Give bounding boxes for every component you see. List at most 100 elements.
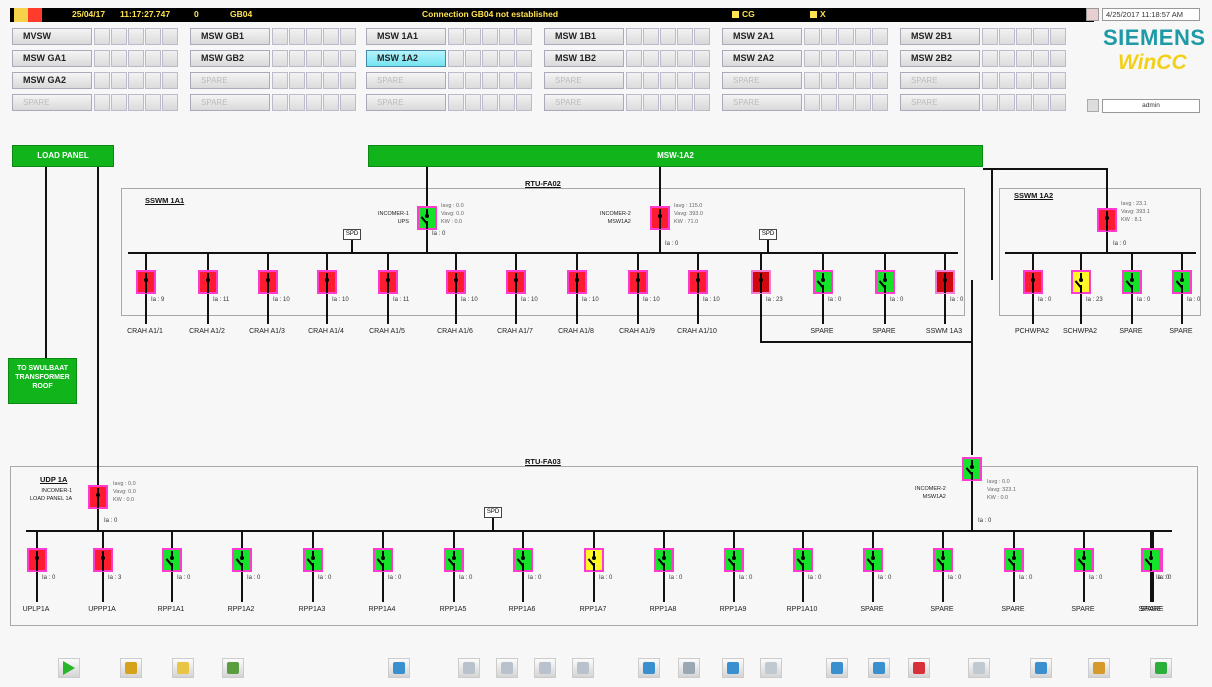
info-icon[interactable]: [872, 28, 888, 45]
feeder-breaker[interactable]: [1172, 270, 1192, 294]
feeder-breaker[interactable]: [513, 548, 533, 572]
toolbar-button[interactable]: [572, 658, 594, 678]
info-icon[interactable]: [872, 50, 888, 67]
spd-box[interactable]: SPD: [484, 507, 502, 518]
nav-button-spare[interactable]: SPARE: [366, 94, 446, 111]
toolbar-button[interactable]: [722, 658, 744, 678]
nav-button-spare[interactable]: SPARE: [190, 72, 270, 89]
nav-button-msw-1b2[interactable]: MSW 1B2: [544, 50, 624, 67]
spd-box[interactable]: SPD: [343, 229, 361, 240]
toolbar-button[interactable]: [826, 658, 848, 678]
feeder-breaker[interactable]: [933, 548, 953, 572]
info-icon[interactable]: [872, 72, 888, 89]
feeder-breaker[interactable]: [378, 270, 398, 294]
info-icon[interactable]: [1050, 28, 1066, 45]
nav-button-msw-gb1[interactable]: MSW GB1: [190, 28, 270, 45]
feeder-breaker[interactable]: [628, 270, 648, 294]
feeder-breaker[interactable]: [793, 548, 813, 572]
toolbar-button[interactable]: [1088, 658, 1110, 678]
toolbar-button[interactable]: [496, 658, 518, 678]
feeder-breaker[interactable]: [935, 270, 955, 294]
nav-button-spare[interactable]: SPARE: [722, 94, 802, 111]
feeder-breaker[interactable]: [136, 270, 156, 294]
feeder-breaker[interactable]: [724, 548, 744, 572]
nav-button-spare[interactable]: SPARE: [12, 94, 92, 111]
feeder-breaker[interactable]: [813, 270, 833, 294]
nav-button-msw-gb2[interactable]: MSW GB2: [190, 50, 270, 67]
nav-button-spare[interactable]: SPARE: [544, 72, 624, 89]
feeder-breaker[interactable]: [232, 548, 252, 572]
incomer-breaker[interactable]: [88, 485, 108, 509]
toolbar-button[interactable]: [120, 658, 142, 678]
nav-button-msw-1a1[interactable]: MSW 1A1: [366, 28, 446, 45]
nav-button-msw-ga2[interactable]: MSW GA2: [12, 72, 92, 89]
info-icon[interactable]: [516, 28, 532, 45]
toolbar-button[interactable]: [968, 658, 990, 678]
info-icon[interactable]: [694, 28, 710, 45]
nav-button-msw-2b1[interactable]: MSW 2B1: [900, 28, 980, 45]
calendar-icon[interactable]: [1086, 8, 1099, 21]
info-icon[interactable]: [1050, 50, 1066, 67]
toolbar-button[interactable]: [388, 658, 410, 678]
toolbar-button[interactable]: [1030, 658, 1052, 678]
info-icon[interactable]: [694, 94, 710, 111]
nav-button-spare[interactable]: SPARE: [722, 72, 802, 89]
info-icon[interactable]: [872, 94, 888, 111]
info-icon[interactable]: [694, 72, 710, 89]
nav-button-msw-1a2[interactable]: MSW 1A2: [366, 50, 446, 67]
feeder-breaker[interactable]: [303, 548, 323, 572]
feeder-breaker[interactable]: [27, 548, 47, 572]
info-icon[interactable]: [516, 72, 532, 89]
info-icon[interactable]: [162, 72, 178, 89]
alarm-indicator-icon[interactable]: [14, 8, 42, 22]
toolbar-button[interactable]: [222, 658, 244, 678]
toolbar-button[interactable]: [458, 658, 480, 678]
spd-box[interactable]: SPD: [759, 229, 777, 240]
nav-button-msw-ga1[interactable]: MSW GA1: [12, 50, 92, 67]
incomer-breaker[interactable]: [1097, 208, 1117, 232]
info-icon[interactable]: [516, 94, 532, 111]
info-icon[interactable]: [340, 50, 356, 67]
toolbar-button[interactable]: [1150, 658, 1172, 678]
incomer-breaker[interactable]: [650, 206, 670, 230]
nav-button-spare[interactable]: SPARE: [366, 72, 446, 89]
nav-button-msw-2a2[interactable]: MSW 2A2: [722, 50, 802, 67]
nav-button-msw-2b2[interactable]: MSW 2B2: [900, 50, 980, 67]
toolbar-button[interactable]: [678, 658, 700, 678]
info-icon[interactable]: [694, 50, 710, 67]
nav-button-spare[interactable]: SPARE: [190, 94, 270, 111]
info-icon[interactable]: [162, 94, 178, 111]
info-icon[interactable]: [340, 28, 356, 45]
info-icon[interactable]: [340, 94, 356, 111]
feeder-breaker[interactable]: [162, 548, 182, 572]
info-icon[interactable]: [340, 72, 356, 89]
nav-button-spare[interactable]: SPARE: [544, 94, 624, 111]
toolbar-button[interactable]: [58, 658, 80, 678]
nav-button-spare[interactable]: SPARE: [900, 72, 980, 89]
feeder-breaker[interactable]: [1141, 548, 1161, 572]
feeder-breaker[interactable]: [875, 270, 895, 294]
feeder-breaker[interactable]: [654, 548, 674, 572]
feeder-breaker[interactable]: [444, 548, 464, 572]
nav-button-spare[interactable]: SPARE: [900, 94, 980, 111]
feeder-breaker[interactable]: [446, 270, 466, 294]
feeder-breaker[interactable]: [1023, 270, 1043, 294]
info-icon[interactable]: [516, 50, 532, 67]
feeder-breaker[interactable]: [506, 270, 526, 294]
feeder-breaker[interactable]: [317, 270, 337, 294]
toolbar-button[interactable]: [172, 658, 194, 678]
toolbar-button[interactable]: [534, 658, 556, 678]
feeder-breaker[interactable]: [567, 270, 587, 294]
login-icon[interactable]: [1087, 99, 1099, 112]
feeder-breaker[interactable]: [1122, 270, 1142, 294]
feeder-breaker[interactable]: [373, 548, 393, 572]
nav-button-mvsw[interactable]: MVSW: [12, 28, 92, 45]
nav-button-msw-1b1[interactable]: MSW 1B1: [544, 28, 624, 45]
info-icon[interactable]: [1050, 94, 1066, 111]
incomer-breaker[interactable]: [962, 457, 982, 481]
toolbar-button[interactable]: [908, 658, 930, 678]
info-icon[interactable]: [1050, 72, 1066, 89]
feeder-breaker[interactable]: [258, 270, 278, 294]
feeder-breaker[interactable]: [584, 548, 604, 572]
feeder-breaker[interactable]: [93, 548, 113, 572]
